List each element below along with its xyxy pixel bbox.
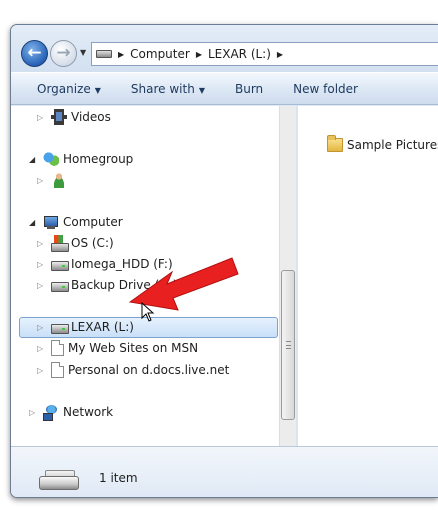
breadcrumb-chevron-icon[interactable]: ▶ bbox=[277, 50, 283, 59]
tree-item-my-web-sites[interactable]: ▷ My Web Sites on MSN bbox=[37, 338, 198, 358]
film-icon bbox=[51, 109, 67, 125]
navigation-pane: ▷ Videos ◢ Homegroup ▷ ◢ Computer ▷ OS (… bbox=[11, 106, 296, 446]
collapse-icon[interactable]: ◢ bbox=[29, 218, 39, 227]
expand-icon[interactable]: ▷ bbox=[37, 366, 47, 375]
tree-item-label: Iomega_HDD (F:) bbox=[71, 257, 173, 271]
share-with-button[interactable]: Share with ▼ bbox=[131, 82, 205, 96]
computer-icon bbox=[43, 214, 59, 230]
tree-item-label: Personal on d.docs.live.net bbox=[68, 363, 230, 377]
tree-item-personal-docs[interactable]: ▷ Personal on d.docs.live.net bbox=[37, 360, 229, 380]
tree-item-label: Videos bbox=[71, 110, 111, 124]
expand-icon[interactable]: ▷ bbox=[37, 344, 47, 353]
organize-label: Organize bbox=[37, 81, 91, 96]
tree-item-drive-g[interactable]: ▷ Backup Drive (G:) bbox=[37, 275, 177, 295]
usb-drive-icon bbox=[51, 319, 69, 335]
tree-item-network[interactable]: ▷ Network bbox=[29, 402, 113, 422]
burn-button[interactable]: Burn bbox=[235, 82, 263, 96]
expand-icon[interactable]: ▷ bbox=[37, 281, 47, 290]
tree-item-computer[interactable]: ◢ Computer bbox=[29, 212, 123, 232]
tree-item-label: Backup Drive (G:) bbox=[71, 278, 178, 292]
breadcrumb-chevron-icon[interactable]: ▶ bbox=[196, 50, 202, 59]
document-icon bbox=[51, 340, 64, 356]
chevron-down-icon: ▼ bbox=[198, 85, 205, 95]
details-pane: 1 item bbox=[11, 446, 438, 497]
tree-item-label: Computer bbox=[63, 215, 123, 229]
navigation-bar: ← → ▼ ▶ Computer ▶ LEXAR (L:) ▶ bbox=[11, 25, 438, 72]
scrollbar-thumb[interactable] bbox=[281, 270, 295, 420]
address-bar[interactable]: ▶ Computer ▶ LEXAR (L:) ▶ bbox=[91, 42, 438, 66]
forward-button[interactable]: → bbox=[50, 40, 77, 67]
file-item-sample-pictures[interactable]: Sample Pictures bbox=[327, 135, 438, 155]
collapse-icon[interactable]: ◢ bbox=[29, 155, 39, 164]
expand-icon[interactable]: ▷ bbox=[29, 408, 39, 417]
tree-item-label: LEXAR (L:) bbox=[71, 320, 134, 334]
usb-drive-icon bbox=[39, 470, 79, 494]
mouse-cursor-icon bbox=[141, 302, 155, 322]
expand-icon[interactable]: ▷ bbox=[37, 176, 47, 185]
file-list-pane: Sample Pictures bbox=[298, 106, 438, 446]
expand-icon[interactable]: ▷ bbox=[37, 239, 47, 248]
user-icon bbox=[51, 172, 67, 188]
expand-icon[interactable]: ▷ bbox=[37, 323, 47, 332]
share-with-label: Share with bbox=[130, 81, 195, 96]
breadcrumb-computer[interactable]: Computer bbox=[130, 47, 190, 61]
tree-item-drive-f[interactable]: ▷ Iomega_HDD (F:) bbox=[37, 254, 173, 274]
expand-icon[interactable]: ▷ bbox=[37, 260, 47, 269]
chevron-down-icon: ▼ bbox=[94, 85, 101, 95]
recent-pages-chevron-icon[interactable]: ▼ bbox=[80, 48, 86, 57]
nav-pane-scrollbar[interactable] bbox=[279, 106, 296, 446]
breadcrumb-chevron-icon[interactable]: ▶ bbox=[118, 50, 124, 59]
tree-item-label: OS (C:) bbox=[71, 236, 114, 250]
system-drive-icon bbox=[51, 235, 69, 252]
explorer-window: ← → ▼ ▶ Computer ▶ LEXAR (L:) ▶ Organize… bbox=[10, 24, 438, 498]
tree-item-label: My Web Sites on MSN bbox=[68, 341, 199, 355]
drive-icon bbox=[96, 50, 112, 58]
document-icon bbox=[51, 362, 64, 378]
network-icon bbox=[43, 404, 59, 421]
new-folder-button[interactable]: New folder bbox=[293, 82, 358, 96]
tree-item-label: Network bbox=[63, 405, 114, 419]
expand-icon[interactable]: ▷ bbox=[37, 113, 47, 122]
tree-item-homegroup-user[interactable]: ▷ bbox=[37, 170, 71, 190]
tree-item-drive-l[interactable]: ▷ LEXAR (L:) bbox=[37, 317, 134, 337]
command-bar: Organize ▼ Share with ▼ Burn New folder bbox=[11, 72, 438, 105]
hard-drive-icon bbox=[51, 256, 69, 272]
back-button[interactable]: ← bbox=[21, 40, 48, 67]
folder-icon bbox=[327, 135, 343, 152]
homegroup-icon bbox=[43, 151, 59, 167]
item-count: 1 item bbox=[99, 471, 138, 485]
tree-item-label: Homegroup bbox=[63, 152, 134, 166]
file-item-label: Sample Pictures bbox=[347, 138, 438, 152]
hard-drive-icon bbox=[51, 277, 69, 293]
tree-item-videos[interactable]: ▷ Videos bbox=[37, 107, 111, 127]
tree-item-homegroup[interactable]: ◢ Homegroup bbox=[29, 149, 133, 169]
organize-button[interactable]: Organize ▼ bbox=[37, 82, 101, 96]
breadcrumb-lexar[interactable]: LEXAR (L:) bbox=[208, 47, 271, 61]
grip-icon bbox=[286, 341, 291, 349]
tree-item-drive-c[interactable]: ▷ OS (C:) bbox=[37, 233, 114, 253]
